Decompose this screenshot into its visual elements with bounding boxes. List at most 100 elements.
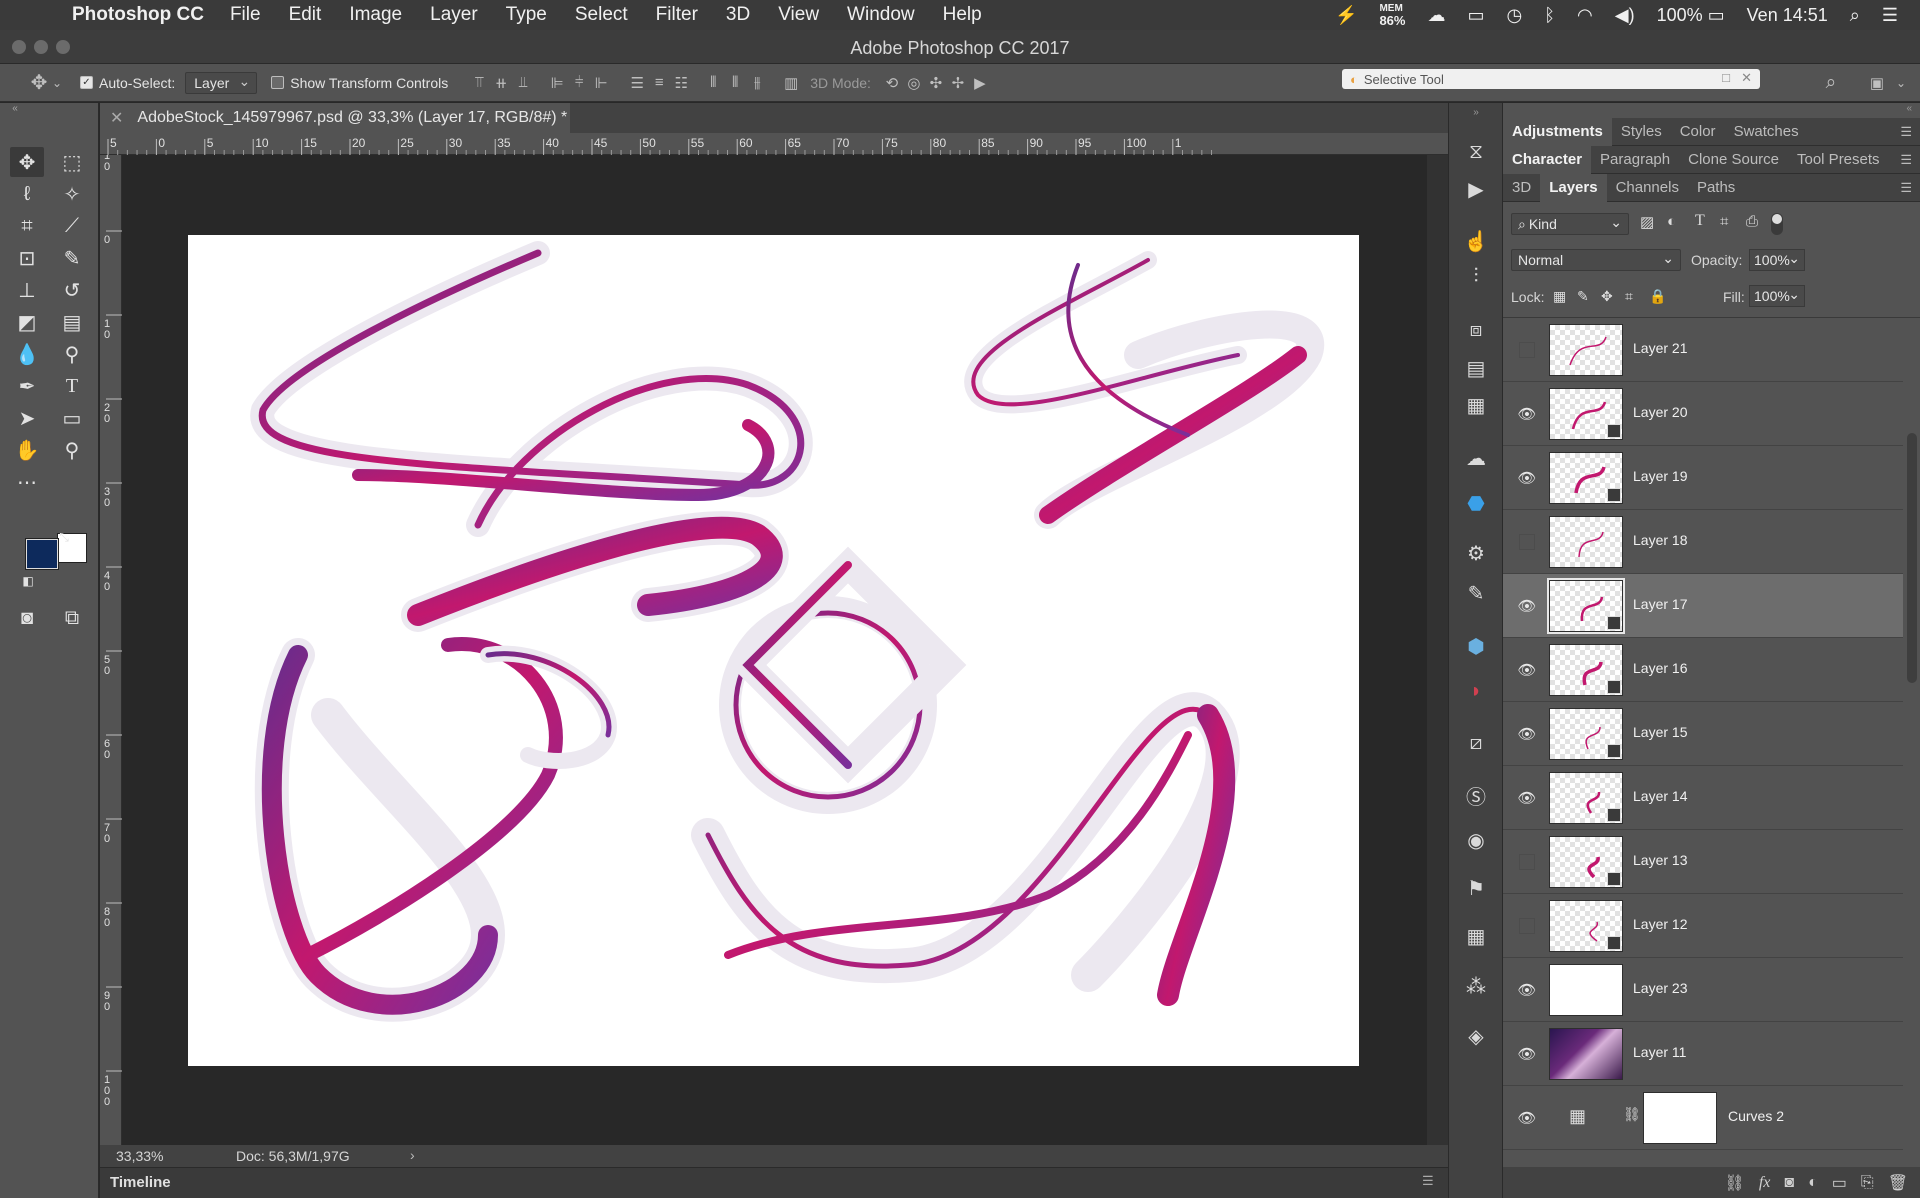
airplay-icon[interactable]: ▭ (1467, 5, 1484, 26)
layer-thumbnail[interactable] (1549, 516, 1623, 568)
pattern-extension-icon[interactable]: ⁂ (1461, 971, 1491, 1001)
show-transform-checkbox[interactable] (271, 76, 285, 89)
workspace-chevron-icon[interactable]: ⌄ (1890, 73, 1912, 93)
filter-type-icon[interactable]: T (1695, 212, 1705, 230)
plugin-panel-icon[interactable]: ⬣ (1461, 488, 1491, 518)
visibility-eye-icon[interactable]: 👁 (1517, 660, 1537, 680)
layer-thumbnail[interactable] (1549, 900, 1623, 952)
layer-row[interactable]: 👁 Layer 15 (1503, 702, 1903, 766)
layer-row[interactable]: Layer 13 (1503, 830, 1903, 894)
blend-mode-dropdown[interactable]: Normal ⌄ (1511, 249, 1681, 271)
document-tab[interactable]: ✕ AdobeStock_145979967.psd @ 33,3% (Laye… (100, 103, 570, 133)
filter-toggle-switch[interactable] (1771, 213, 1783, 235)
wifi-icon[interactable]: ◠ (1577, 5, 1593, 26)
3d-scale-icon[interactable]: ▶ (969, 73, 991, 93)
flag-extension-icon[interactable]: ⚑ (1461, 873, 1491, 903)
3d-orbit-icon[interactable]: ⟲ (881, 73, 903, 93)
layer-style-icon[interactable]: fx (1759, 1174, 1771, 1192)
lock-artboard-icon[interactable]: ⌗ (1625, 288, 1633, 305)
foreground-color-swatch[interactable] (25, 538, 59, 570)
collapse-dock-icon[interactable]: » (1461, 105, 1491, 119)
visibility-eye-icon[interactable]: 👁 (1517, 788, 1537, 808)
visibility-eye-icon[interactable] (1519, 534, 1535, 550)
notes-panel-icon[interactable]: ▦ (1461, 390, 1491, 420)
spiral-extension-icon[interactable]: ◈ (1461, 1021, 1491, 1051)
layer-thumbnail[interactable] (1549, 644, 1623, 696)
battery-status[interactable]: 100% ▭ (1657, 5, 1725, 26)
libraries-panel-icon[interactable]: ▤ (1461, 353, 1491, 383)
type-tool-icon[interactable]: T (55, 371, 89, 401)
eraser-tool-icon[interactable]: ◩ (10, 307, 44, 337)
tab-character[interactable]: Character (1503, 145, 1592, 174)
collapse-panels-icon[interactable]: « (1906, 103, 1912, 114)
layer-thumbnail[interactable] (1547, 578, 1625, 634)
memory-status[interactable]: MEM 86% (1379, 3, 1405, 27)
clone-stamp-tool-icon[interactable]: ⊥ (10, 275, 44, 305)
search-icon[interactable]: ⌕ (1820, 72, 1842, 93)
layer-row[interactable]: Layer 18 (1503, 510, 1903, 574)
hand-tool-icon[interactable]: ✋ (10, 435, 44, 465)
layer-row[interactable]: 👁 Layer 19 (1503, 446, 1903, 510)
panel-menu-icon[interactable]: ☰ (1900, 124, 1912, 140)
layer-filter-kind-dropdown[interactable]: ⌕ Kind ⌄ (1511, 213, 1629, 235)
menu-layer[interactable]: Layer (430, 4, 478, 26)
swap-colors-icon[interactable]: ⤡ (56, 529, 72, 545)
notification-center-icon[interactable]: ☰ (1882, 5, 1898, 26)
panel-menu-icon[interactable]: ☰ (1900, 180, 1912, 196)
horizontal-ruler[interactable]: 5 0 5 10 15 20 25 30 35 40 45 50 55 60 65 70 75 80 85 90 95 1… (100, 133, 1448, 155)
auto-align-icon[interactable]: ▥ (780, 73, 802, 93)
3d-pan-icon[interactable]: ✣ (925, 73, 947, 93)
layer-row[interactable]: 👁 ▦ ⛓ Curves 2 (1503, 1086, 1903, 1150)
visibility-eye-icon[interactable]: 👁 (1517, 596, 1537, 616)
gradient-tool-icon[interactable]: ▤ (55, 307, 89, 337)
path-selection-tool-icon[interactable]: ➤ (10, 403, 44, 433)
layers-scrollbar[interactable] (1907, 433, 1917, 683)
timeline-menu-icon[interactable]: ☰ (1422, 1173, 1434, 1189)
layer-row[interactable]: Layer 21 (1503, 318, 1903, 382)
menu-3d[interactable]: 3D (726, 4, 750, 26)
canvas-vertical-scrollbar[interactable] (1427, 155, 1448, 1145)
move-tool-icon[interactable]: ✥ (10, 147, 44, 177)
chevron-right-icon[interactable]: › (410, 1147, 415, 1163)
align-right-icon[interactable]: ⊩ (590, 73, 612, 93)
doc-size-info[interactable]: Doc: 56,3M/1,97G (236, 1148, 350, 1164)
app-menu[interactable]: Photoshop CC (72, 4, 204, 26)
history-brush-tool-icon[interactable]: ↺ (55, 275, 89, 305)
marquee-tool-icon[interactable]: ⬚ (55, 147, 89, 177)
visibility-eye-icon[interactable]: 👁 (1517, 468, 1537, 488)
cursor-panel-icon[interactable]: ☝ (1461, 226, 1491, 256)
layer-thumbnail[interactable] (1549, 452, 1623, 504)
distribute-bottom-icon[interactable]: ☷ (670, 73, 692, 93)
menu-view[interactable]: View (778, 4, 819, 26)
properties-panel-icon[interactable]: ⫶ (1461, 261, 1491, 291)
delete-layer-icon[interactable]: 🗑 (1888, 1173, 1908, 1193)
filter-shape-icon[interactable]: ⌗ (1720, 213, 1728, 230)
actions-panel-icon[interactable]: ▶ (1461, 174, 1491, 204)
bolt-icon[interactable]: ⚡ (1335, 5, 1357, 26)
lasso-tool-icon[interactable]: ℓ (10, 179, 44, 209)
history-panel-icon[interactable]: ⧖ (1461, 137, 1491, 167)
align-bottom-icon[interactable]: ⫫ (512, 73, 534, 93)
quick-mask-icon[interactable]: ◙ (10, 603, 44, 633)
layer-comps-panel-icon[interactable]: ⧄ (1461, 728, 1491, 758)
tab-3d[interactable]: 3D (1503, 174, 1540, 202)
visibility-eye-icon[interactable]: 👁 (1517, 980, 1537, 1000)
pen-tool-icon[interactable]: ✒ (10, 371, 44, 401)
layer-mask-thumbnail[interactable] (1643, 1092, 1717, 1144)
timeline-tab[interactable]: Timeline (110, 1174, 171, 1191)
3d-roll-icon[interactable]: ◎ (903, 73, 925, 93)
new-layer-icon[interactable]: ⎘ (1861, 1174, 1874, 1192)
layer-row[interactable]: 👁 Layer 17 (1503, 574, 1903, 638)
magic-wand-tool-icon[interactable]: ✧ (55, 179, 89, 209)
zoom-level[interactable]: 33,33% (116, 1148, 163, 1164)
layer-thumbnail[interactable] (1549, 324, 1623, 376)
move-tool-preset-icon[interactable]: ✥ (28, 72, 50, 94)
creative-cloud-panel-icon[interactable]: ☁ (1461, 443, 1491, 473)
distribute-hcenter-icon[interactable]: ⦀ (724, 73, 746, 93)
3d-panel-icon[interactable]: ⧈ (1461, 315, 1491, 345)
layer-thumbnail[interactable] (1549, 964, 1623, 1016)
collapse-toolbar-icon[interactable]: « (2, 102, 28, 114)
layer-row[interactable]: 👁 Layer 23 (1503, 958, 1903, 1022)
visibility-eye-icon[interactable] (1519, 918, 1535, 934)
align-left-icon[interactable]: ⊫ (546, 73, 568, 93)
